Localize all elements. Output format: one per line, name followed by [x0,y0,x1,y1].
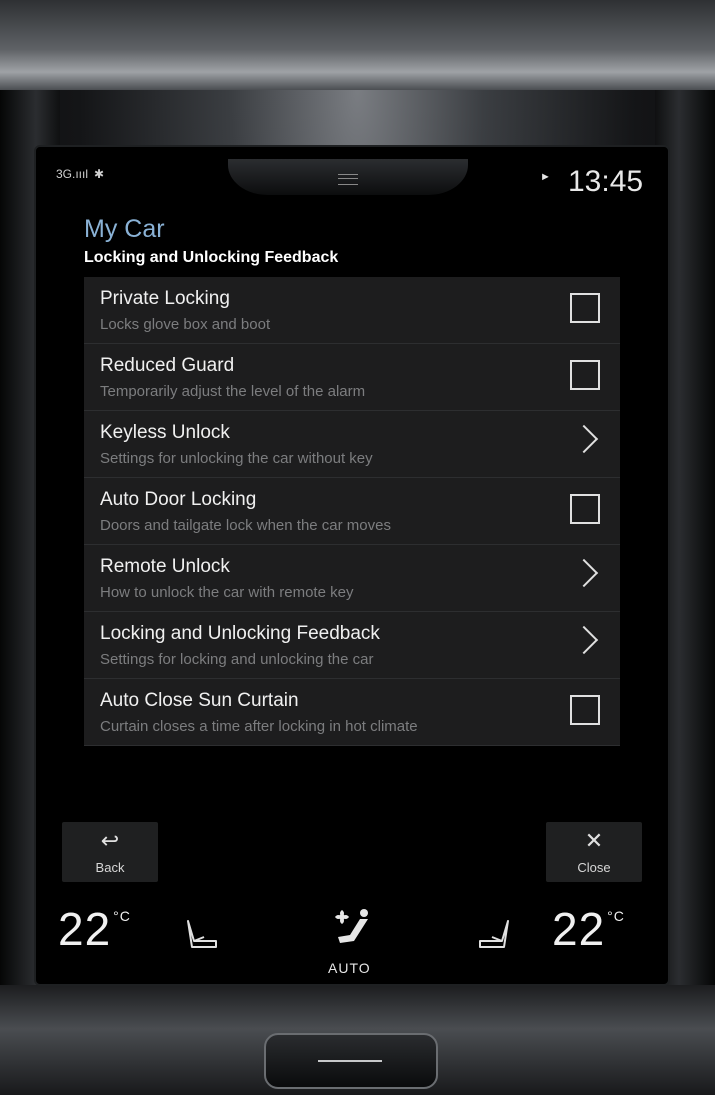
setting-subtitle: Doors and tailgate lock when the car mov… [100,517,391,534]
close-icon: ✕ [584,828,604,853]
setting-title: Reduced Guard [100,355,235,376]
play-icon: ► [540,171,551,183]
passenger-temperature-value: 22 [552,903,606,955]
status-bar-left: 3G.ıııl ✱ [56,167,104,181]
setting-title: Remote Unlock [100,556,230,577]
setting-auto-door-locking[interactable]: Auto Door Locking Doors and tailgate loc… [84,478,620,545]
setting-title: Private Locking [100,288,230,309]
clock: 13:45 [568,165,644,198]
dashboard-top-trim [0,0,715,90]
setting-subtitle: Locks glove box and boot [100,316,271,333]
driver-seat-heat-icon[interactable] [184,917,220,953]
network-type: 3G [56,167,73,181]
settings-list: Private Locking Locks glove box and boot… [84,277,620,746]
chevron-right-icon [569,558,599,588]
passenger-seat-heat-icon[interactable] [476,917,512,953]
chevron-right-icon [569,424,599,454]
setting-subtitle: How to unlock the car with remote key [100,584,354,601]
page-title: Locking and Unlocking Feedback [84,249,339,266]
top-pull-down-handle[interactable] [228,159,468,195]
setting-keyless-unlock[interactable]: Keyless Unlock Settings for unlocking th… [84,411,620,478]
temperature-unit: °C [607,908,625,924]
back-button[interactable]: ↩ Back [62,822,158,882]
setting-remote-unlock[interactable]: Remote Unlock How to unlock the car with… [84,545,620,612]
setting-title: Auto Door Locking [100,489,257,510]
close-button[interactable]: ✕ Close [546,822,642,882]
setting-title: Auto Close Sun Curtain [100,690,299,711]
setting-subtitle: Curtain closes a time after locking in h… [100,718,418,735]
chevron-right-icon [569,625,599,655]
setting-auto-close-sun-curtain[interactable]: Auto Close Sun Curtain Curtain closes a … [84,679,620,746]
close-label: Close [577,860,611,875]
home-button[interactable] [264,1033,438,1089]
setting-subtitle: Settings for locking and unlocking the c… [100,651,374,668]
checkbox[interactable] [570,695,600,725]
back-label: Back [95,860,125,875]
checkbox[interactable] [570,293,600,323]
setting-title: Keyless Unlock [100,422,230,443]
fan-mode-label: AUTO [328,960,371,976]
menu-lines-icon [338,174,358,185]
checkbox[interactable] [570,494,600,524]
setting-private-locking[interactable]: Private Locking Locks glove box and boot [84,277,620,344]
setting-subtitle: Settings for unlocking the car without k… [100,450,373,467]
setting-locking-unlocking-feedback[interactable]: Locking and Unlocking Feedback Settings … [84,612,620,679]
signal-strength-icon: .ıııl [72,167,89,181]
temperature-unit: °C [113,908,131,924]
bluetooth-icon: ✱ [94,167,105,181]
fan-auto-icon[interactable] [332,907,376,955]
driver-temperature[interactable]: 22 °C [58,902,131,956]
setting-title: Locking and Unlocking Feedback [100,623,380,644]
app-title: My Car [84,215,165,243]
back-arrow-icon: ↩ [100,828,120,853]
passenger-temperature[interactable]: 22 °C [552,902,625,956]
setting-reduced-guard[interactable]: Reduced Guard Temporarily adjust the lev… [84,344,620,411]
setting-subtitle: Temporarily adjust the level of the alar… [100,383,366,400]
checkbox[interactable] [570,360,600,390]
driver-temperature-value: 22 [58,903,112,955]
infotainment-screen: 3G.ıııl ✱ ► 13:45 My Car Locking and Unlo… [34,145,670,986]
